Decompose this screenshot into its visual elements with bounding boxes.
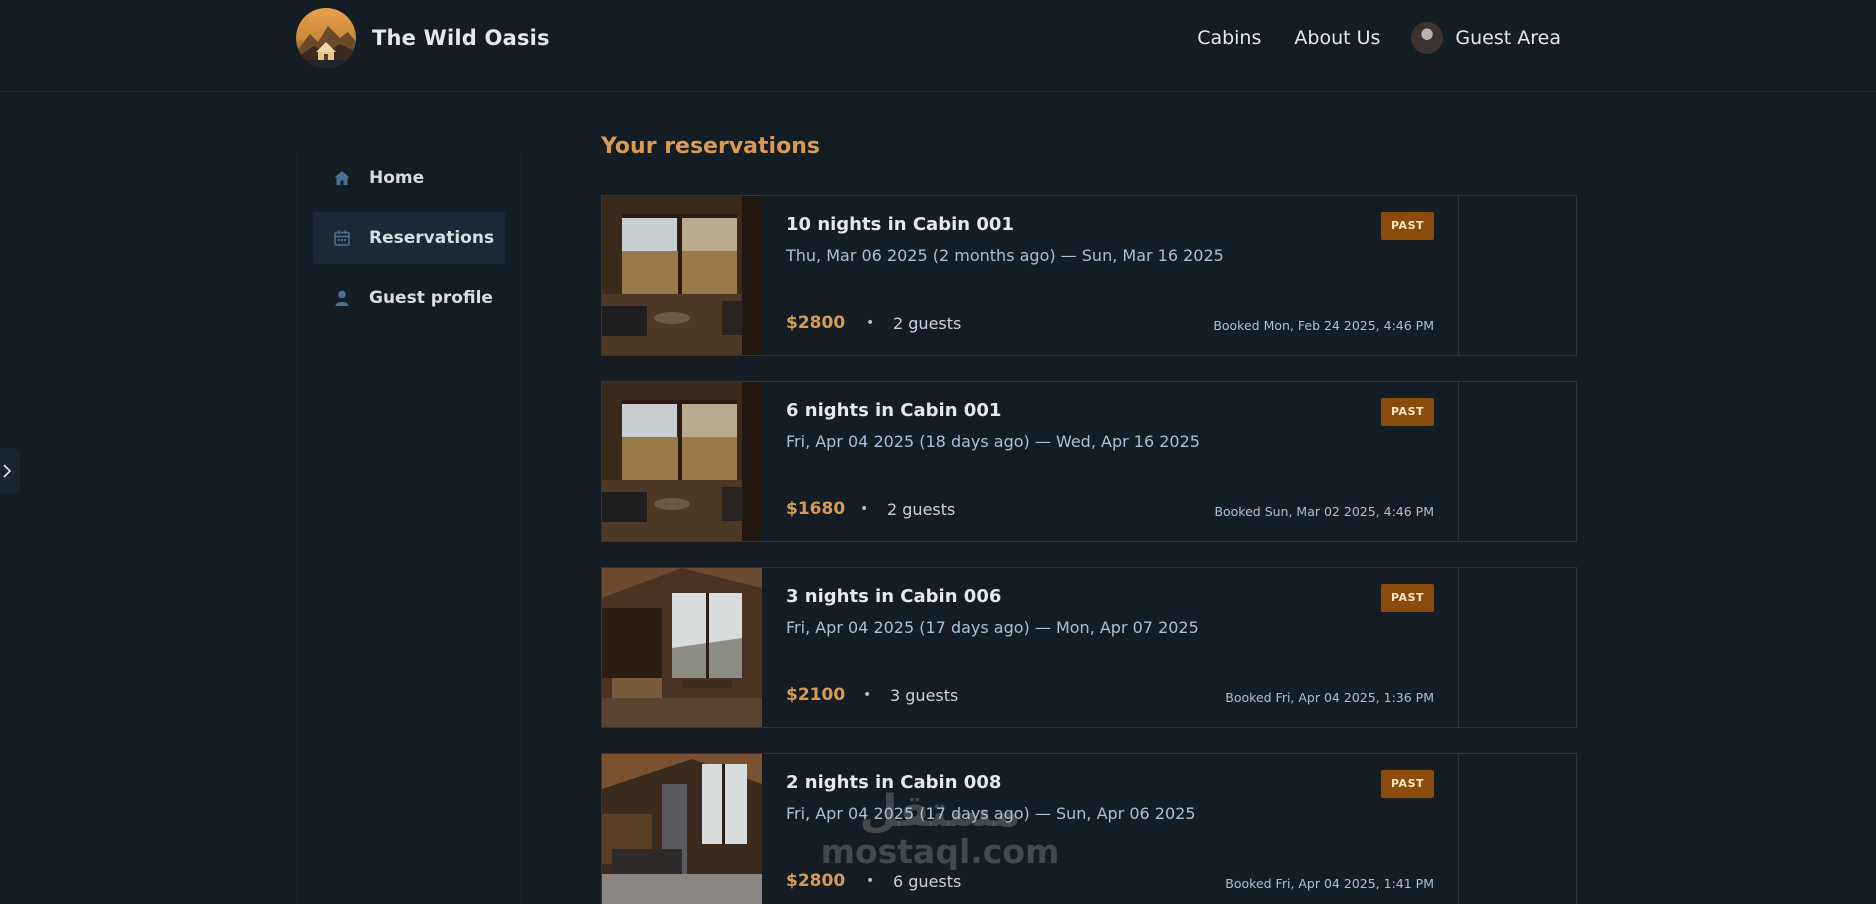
reservation-guests: 2 guests (893, 314, 962, 333)
logo-icon (296, 8, 356, 68)
reservation-actions (1458, 754, 1576, 904)
nav-cabins-link[interactable]: Cabins (1197, 27, 1261, 49)
page-title: Your reservations (601, 134, 820, 159)
separator-dot: • (860, 501, 869, 517)
nav-guest-area-link[interactable]: Guest Area (1411, 22, 1561, 54)
site-header: The Wild Oasis Cabins About Us Guest Are… (0, 0, 1876, 92)
reservation-actions (1458, 196, 1576, 355)
reservation-price: $2100 (786, 685, 846, 705)
separator-dot: • (866, 315, 875, 331)
separator-dot: • (866, 873, 875, 889)
avatar (1411, 22, 1444, 54)
watermark-arabic: مستقل (859, 786, 1021, 837)
sidebar-item-label: Home (369, 168, 425, 188)
reservation-title: 10 nights in Cabin 001 (786, 214, 1014, 235)
reservation-booked-date: Booked Fri, Apr 04 2025, 1:36 PM (1225, 690, 1434, 705)
reservation-card: 2 nights in Cabin 008 Fri, Apr 04 2025 (… (601, 753, 1577, 904)
user-icon (335, 290, 349, 306)
reservation-details: 6 nights in Cabin 001 Fri, Apr 04 2025 (… (762, 382, 1458, 541)
reservation-card: 10 nights in Cabin 001 Thu, Mar 06 2025 … (601, 195, 1577, 356)
reservation-actions (1458, 382, 1576, 541)
reservation-dates: Thu, Mar 06 2025 (2 months ago) — Sun, M… (786, 246, 1224, 265)
reservation-card: 6 nights in Cabin 001 Fri, Apr 04 2025 (… (601, 381, 1577, 542)
main-nav: Cabins About Us Guest Area (1164, 22, 1561, 54)
sidebar-item-label: Reservations (369, 228, 495, 248)
reservation-booked-date: Booked Sun, Mar 02 2025, 4:46 PM (1214, 504, 1434, 519)
cabin-image (602, 196, 762, 355)
reservation-dates: Fri, Apr 04 2025 (18 days ago) — Wed, Ap… (786, 432, 1200, 451)
chevron-right-icon (3, 464, 12, 478)
app-name: The Wild Oasis (372, 26, 550, 50)
reservation-guests: 3 guests (890, 686, 959, 705)
watermark: مستقل mostaql.com (820, 790, 1060, 870)
nav-about-link[interactable]: About Us (1294, 27, 1380, 49)
cabin-image (602, 382, 762, 541)
sidebar-item-label: Guest profile (369, 288, 493, 308)
sidebar-item-reservations[interactable]: Reservations (313, 212, 505, 264)
reservation-guests: 6 guests (893, 872, 962, 891)
status-badge: PAST (1381, 584, 1434, 612)
reservation-card: 3 nights in Cabin 006 Fri, Apr 04 2025 (… (601, 567, 1577, 728)
separator-dot: • (863, 687, 872, 703)
calendar-icon (334, 230, 350, 246)
reservation-details: 3 nights in Cabin 006 Fri, Apr 04 2025 (… (762, 568, 1458, 727)
reservation-price: $2800 (786, 871, 846, 891)
sidebar-item-guest-profile[interactable]: Guest profile (313, 272, 505, 324)
status-badge: PAST (1381, 770, 1434, 798)
home-icon (334, 171, 350, 185)
reservation-details: 10 nights in Cabin 001 Thu, Mar 06 2025 … (762, 196, 1458, 355)
status-badge: PAST (1381, 398, 1434, 426)
reservation-title: 3 nights in Cabin 006 (786, 586, 1002, 607)
reservation-dates: Fri, Apr 04 2025 (17 days ago) — Mon, Ap… (786, 618, 1199, 637)
account-sidebar: Home Reservations Guest profile (296, 152, 522, 904)
reservation-booked-date: Booked Fri, Apr 04 2025, 1:41 PM (1225, 876, 1434, 891)
reservation-actions (1458, 568, 1576, 727)
reservation-price: $1680 (786, 499, 846, 519)
reservation-booked-date: Booked Mon, Feb 24 2025, 4:46 PM (1213, 318, 1434, 333)
watermark-latin: mostaql.com (820, 832, 1060, 871)
reservation-title: 6 nights in Cabin 001 (786, 400, 1002, 421)
sidebar-item-home[interactable]: Home (313, 152, 505, 204)
sidebar-toggle-button[interactable] (0, 448, 20, 494)
brand[interactable]: The Wild Oasis (296, 8, 550, 68)
reservation-guests: 2 guests (887, 500, 956, 519)
cabin-image (602, 568, 762, 727)
reservation-price: $2800 (786, 313, 846, 333)
guest-area-label: Guest Area (1455, 27, 1561, 49)
status-badge: PAST (1381, 212, 1434, 240)
cabin-image (602, 754, 762, 904)
